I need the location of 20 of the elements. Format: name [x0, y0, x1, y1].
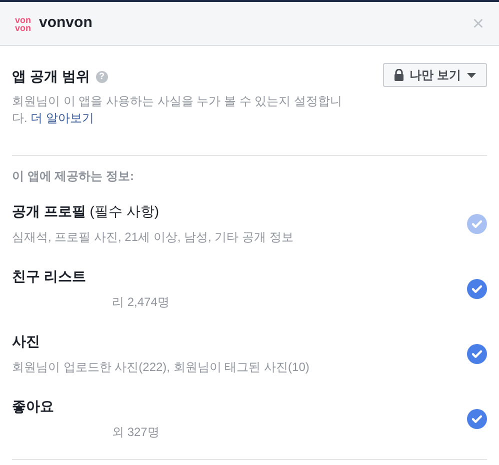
lock-icon [394, 69, 404, 81]
permission-detail: 회원님이 업로드한 사진(222), 회원님이 태그된 사진(10) [12, 359, 310, 376]
checkmark-icon[interactable] [467, 408, 487, 428]
learn-more-link[interactable]: 더 알아보기 [30, 111, 94, 125]
logo: von von [15, 16, 32, 32]
app-title: vonvon [39, 13, 92, 34]
permission-title: 좋아요 [12, 397, 55, 416]
audience-dropdown[interactable]: 나만 보기 [382, 63, 487, 87]
permission-detail: 심재석, 프로필 사진, 21세 이상, 남성, 기타 공개 정보 [12, 229, 294, 246]
description: 회원님이 이 앱을 사용하는 사실을 누가 볼 수 있는지 설정합니다. 더 알아보기 [12, 93, 344, 127]
section-label: 이 앱에 제공하는 정보: [12, 168, 135, 185]
caret-icon [467, 72, 476, 78]
permission-title: 친구 리스트 [12, 267, 87, 286]
permission-title: 공개 프로필 (필수 사항) [12, 202, 160, 221]
permission-detail: 리 2,474명 [111, 294, 170, 311]
checkmark-icon[interactable] [467, 278, 487, 298]
permission-title: 사진 [12, 332, 41, 351]
permission-detail: 외 327명 [111, 424, 160, 441]
section-title: 앱 공개 범위 [12, 67, 90, 86]
checkmark-icon[interactable] [467, 344, 487, 364]
